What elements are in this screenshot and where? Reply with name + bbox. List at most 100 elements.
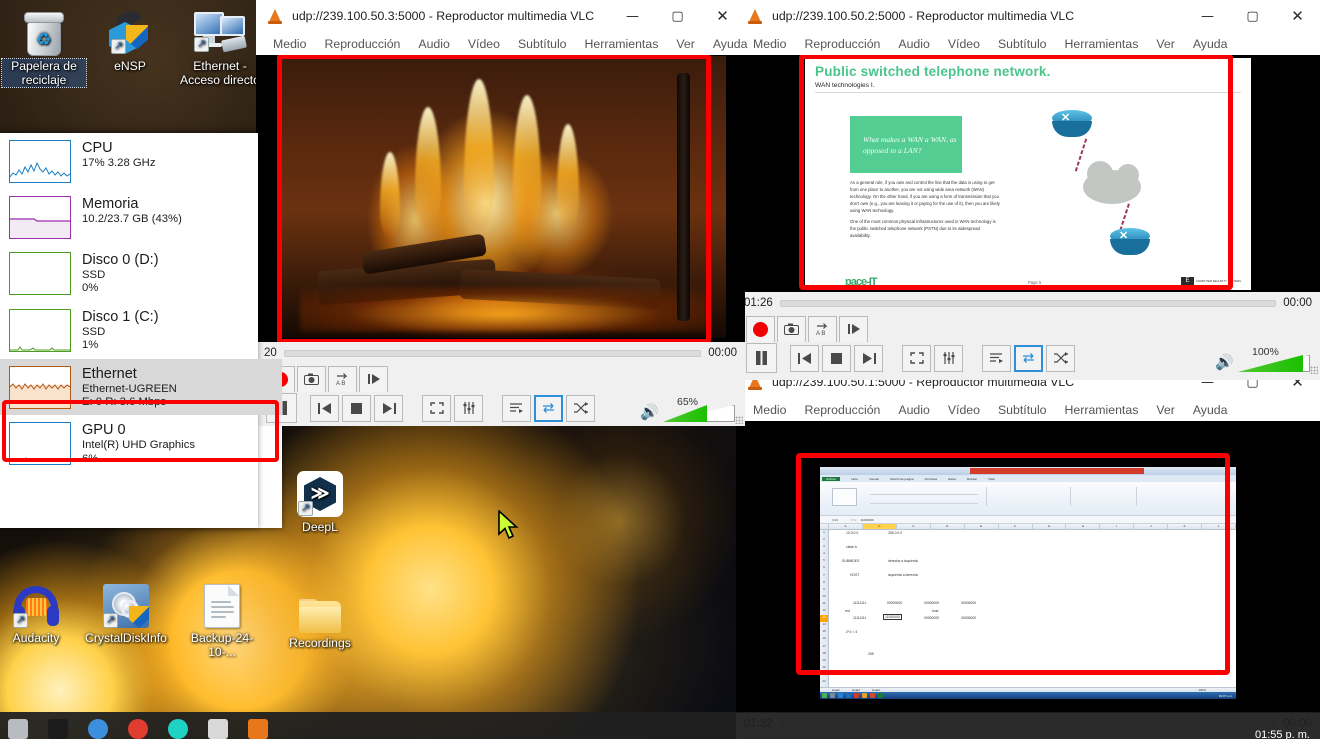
window-controls[interactable]: — ▢ ✕ [1185, 0, 1320, 32]
windows-taskbar[interactable]: 01:55 p. m. [0, 712, 1320, 739]
ab-loop-button[interactable]: A B [328, 366, 357, 393]
menu-video[interactable]: Vídeo [939, 403, 989, 417]
taskbar-item-1[interactable] [8, 719, 28, 739]
fullscreen-button[interactable] [422, 395, 451, 422]
taskbar-item-7[interactable] [248, 719, 268, 739]
menu-video[interactable]: Vídeo [939, 37, 989, 51]
resize-grip[interactable] [1310, 366, 1318, 374]
taskbar-item-5[interactable] [168, 719, 188, 739]
menu-herramientas[interactable]: Herramientas [1056, 403, 1148, 417]
volume-slider[interactable]: 100% [1238, 348, 1310, 372]
close-button[interactable]: ✕ [1275, 0, 1320, 32]
snapshot-button[interactable] [777, 316, 806, 343]
menubar[interactable]: Medio Reproducción Audio Vídeo Subtítulo… [256, 32, 745, 55]
desktop-icon-ensp[interactable]: ↗ eNSP [88, 6, 172, 73]
next-button[interactable] [374, 395, 403, 422]
task-manager-row-cpu[interactable]: CPU 17% 3.28 GHz [0, 133, 282, 189]
desktop-icon-recycle-bin[interactable]: ♻ Papelera de reciclaje [2, 6, 86, 87]
effects-button[interactable] [454, 395, 483, 422]
desktop-icon-backup-textfile[interactable]: Backup-24-10-... [180, 578, 264, 659]
taskbar-item-4[interactable] [128, 719, 148, 739]
minimize-button[interactable]: — [1185, 0, 1230, 32]
menu-audio[interactable]: Audio [889, 37, 938, 51]
ab-loop-button[interactable]: A B [808, 316, 837, 343]
taskbar-item-3[interactable] [88, 719, 108, 739]
snapshot-button[interactable] [297, 366, 326, 393]
previous-button[interactable] [790, 345, 819, 372]
window-controls[interactable]: — ▢ ✕ [610, 0, 745, 32]
volume-slider[interactable]: 65% [663, 398, 735, 422]
record-button[interactable] [746, 316, 775, 343]
menu-medio[interactable]: Medio [744, 403, 796, 417]
menu-reproduccion[interactable]: Reproducción [796, 403, 890, 417]
desktop-icon-crystaldiskinfo[interactable]: ↗ CrystalDiskInfo [84, 578, 168, 645]
menu-ayuda[interactable]: Ayuda [704, 37, 757, 51]
secondary-buttons-row[interactable]: A B [256, 364, 745, 392]
playlist-button[interactable] [982, 345, 1011, 372]
maximize-button[interactable]: ▢ [1230, 0, 1275, 32]
taskbar-item-6[interactable] [208, 719, 228, 739]
menu-audio[interactable]: Audio [409, 37, 458, 51]
primary-buttons-row[interactable]: 🔊 65% [256, 392, 745, 426]
desktop-icon-deepl[interactable]: ≫ ↗ DeepL [278, 467, 362, 534]
secondary-buttons-row[interactable]: A B [736, 314, 1320, 342]
video-surface-pstn[interactable]: Public switched telephone network. WAN t… [736, 55, 1320, 292]
vlc-window-fireplace[interactable]: udp://239.100.50.3:5000 - Reproductor mu… [256, 0, 745, 424]
menubar[interactable]: Medio Reproducción Audio Vídeo Subtítulo… [736, 398, 1320, 421]
taskbar-item-2[interactable] [48, 719, 68, 739]
volume-area[interactable]: 🔊 100% [1215, 348, 1310, 372]
shuffle-button[interactable] [1046, 345, 1075, 372]
seek-slider[interactable] [284, 350, 701, 357]
task-manager-row-disco1[interactable]: Disco 1 (C:) SSD 1% [0, 302, 282, 359]
loop-button[interactable] [534, 395, 563, 422]
seek-row[interactable]: 20 00:00 [256, 342, 745, 364]
menu-subtitulo[interactable]: Subtítulo [989, 37, 1056, 51]
menu-medio[interactable]: Medio [264, 37, 316, 51]
titlebar[interactable]: udp://239.100.50.3:5000 - Reproductor mu… [256, 0, 745, 32]
menu-ayuda[interactable]: Ayuda [1184, 37, 1237, 51]
menu-ver[interactable]: Ver [667, 37, 703, 51]
video-surface-fireplace[interactable] [256, 55, 745, 342]
next-button[interactable] [854, 345, 883, 372]
shuffle-button[interactable] [566, 395, 595, 422]
menu-subtitulo[interactable]: Subtítulo [989, 403, 1056, 417]
frame-by-frame-button[interactable] [359, 366, 388, 393]
playlist-button[interactable] [502, 395, 531, 422]
fullscreen-button[interactable] [902, 345, 931, 372]
seek-row[interactable]: 01:26 00:00 [736, 292, 1320, 314]
play-pause-button[interactable] [746, 343, 777, 373]
desktop-icon-recordings-folder[interactable]: Recordings [278, 583, 362, 650]
speaker-icon[interactable]: 🔊 [1215, 355, 1234, 370]
menu-subtitulo[interactable]: Subtítulo [509, 37, 576, 51]
volume-area[interactable]: 🔊 65% [640, 398, 735, 422]
speaker-icon[interactable]: 🔊 [640, 405, 659, 420]
menu-ver[interactable]: Ver [1147, 37, 1183, 51]
loop-button[interactable] [1014, 345, 1043, 372]
titlebar[interactable]: udp://239.100.50.2:5000 - Reproductor mu… [736, 0, 1320, 32]
resize-grip[interactable] [735, 416, 743, 424]
close-button[interactable]: ✕ [700, 0, 745, 32]
menubar[interactable]: Medio Reproducción Audio Vídeo Subtítulo… [736, 32, 1320, 55]
task-manager-row-disco0[interactable]: Disco 0 (D:) SSD 0% [0, 245, 282, 302]
menu-herramientas[interactable]: Herramientas [1056, 37, 1148, 51]
stop-button[interactable] [822, 345, 851, 372]
menu-video[interactable]: Vídeo [459, 37, 509, 51]
video-surface-excel[interactable]: Archivo Inicio Insertar Diseño de página… [736, 421, 1320, 713]
menu-herramientas[interactable]: Herramientas [576, 37, 668, 51]
frame-by-frame-button[interactable] [839, 316, 868, 343]
menu-reproduccion[interactable]: Reproducción [316, 37, 410, 51]
menu-ayuda[interactable]: Ayuda [1184, 403, 1237, 417]
vlc-window-pstn[interactable]: udp://239.100.50.2:5000 - Reproductor mu… [736, 0, 1320, 380]
vlc-window-excel[interactable]: udp://239.100.50.1:5000 - Reproductor mu… [736, 366, 1320, 739]
seek-slider[interactable] [780, 300, 1276, 307]
maximize-button[interactable]: ▢ [655, 0, 700, 32]
desktop-icon-ethernet-shortcut[interactable]: ↗ Ethernet - Acceso directo [172, 6, 268, 87]
menu-audio[interactable]: Audio [889, 403, 938, 417]
primary-buttons-row[interactable]: 🔊 100% [736, 342, 1320, 376]
taskbar-clock[interactable]: 01:55 p. m. [1255, 729, 1310, 739]
menu-ver[interactable]: Ver [1147, 403, 1183, 417]
minimize-button[interactable]: — [610, 0, 655, 32]
task-manager-surface[interactable]: CPU 17% 3.28 GHz Memoria 10.2/23.7 GB (4… [0, 133, 282, 528]
stop-button[interactable] [342, 395, 371, 422]
previous-button[interactable] [310, 395, 339, 422]
